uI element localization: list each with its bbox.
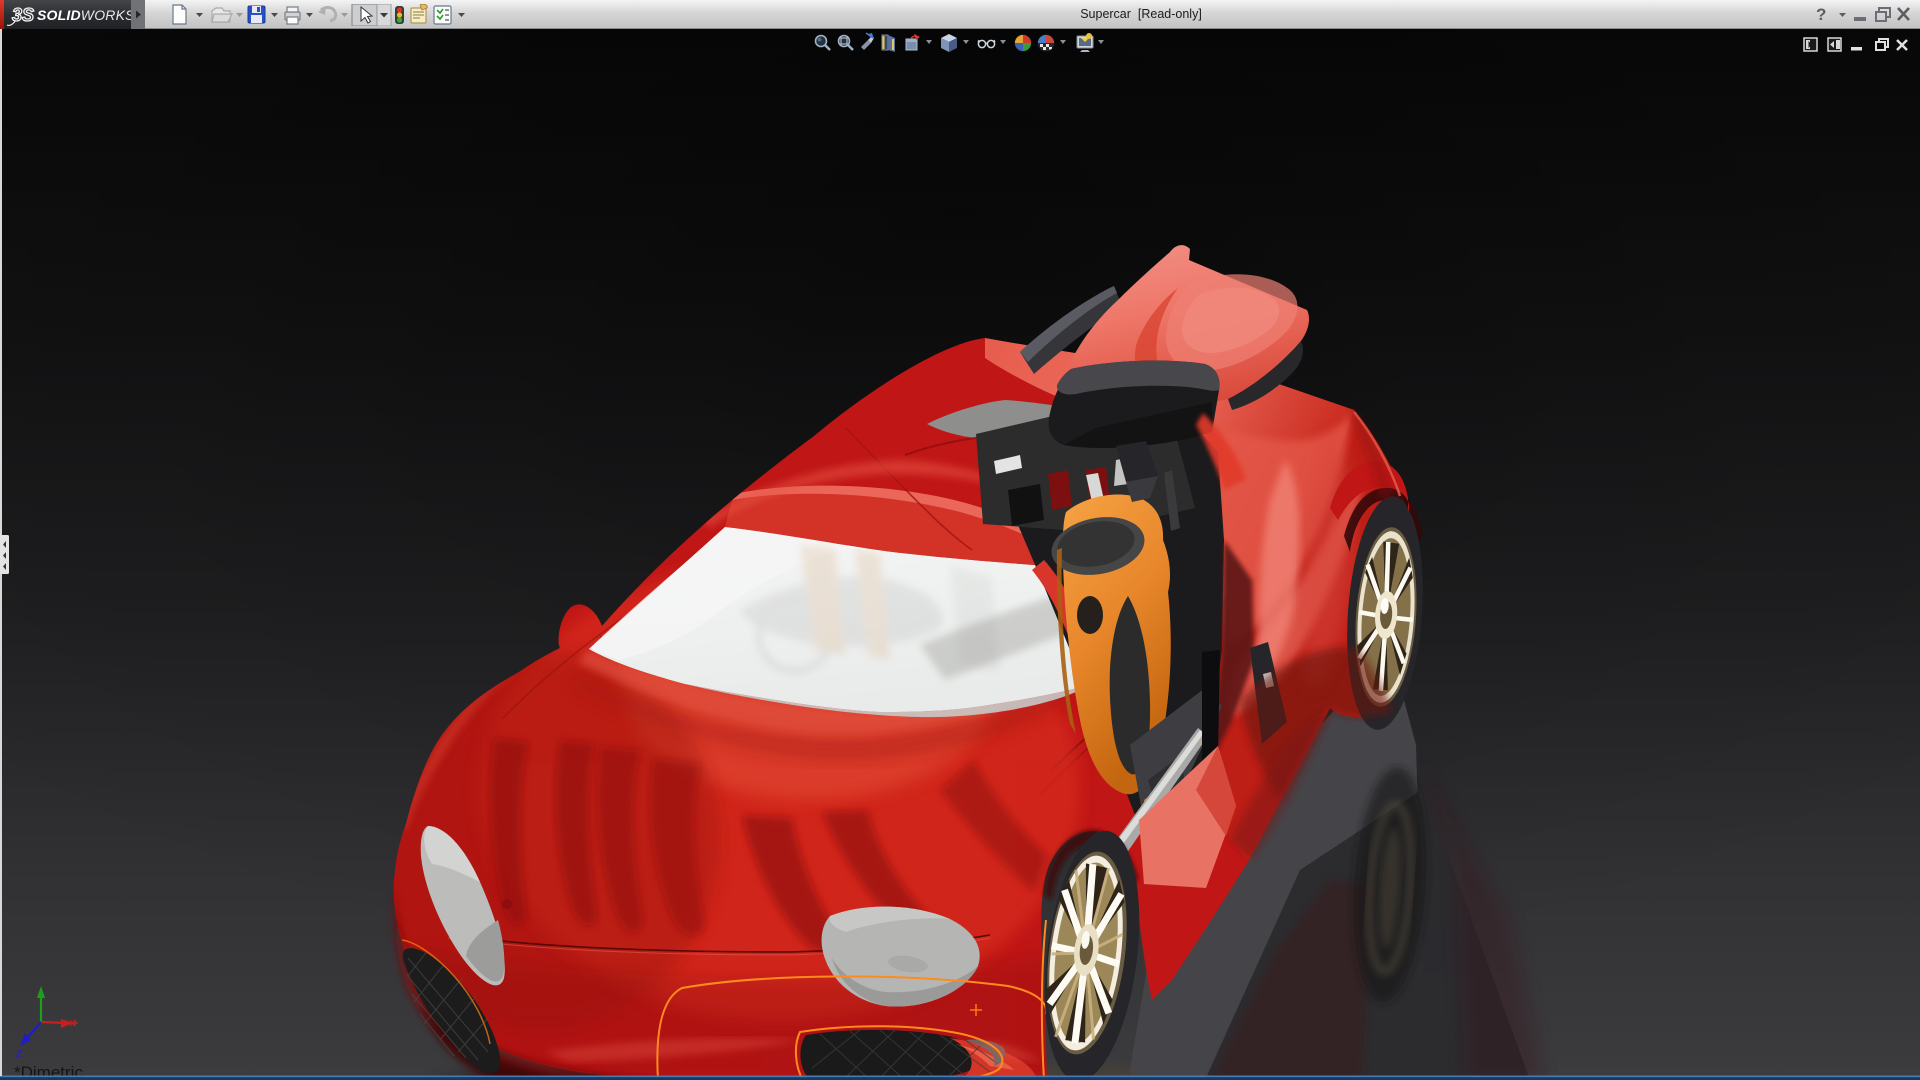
svg-text:?: ?	[1816, 5, 1826, 24]
svg-text:Z: Z	[16, 1048, 23, 1060]
svg-text:SOLIDWORKS: SOLIDWORKS	[37, 7, 134, 23]
